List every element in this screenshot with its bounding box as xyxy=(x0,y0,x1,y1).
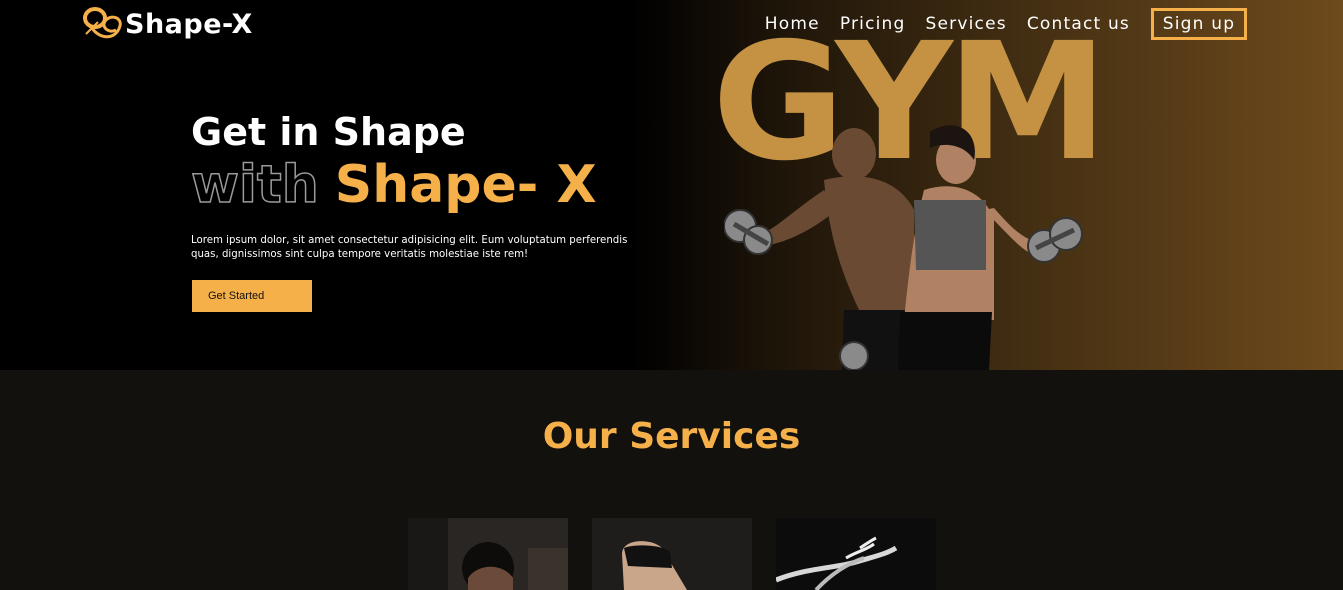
signup-button[interactable]: Sign up xyxy=(1151,8,1247,40)
headline-outline-word: with xyxy=(190,154,319,216)
hero-section: Shape-X Home Pricing Services Contact us… xyxy=(0,0,1343,370)
service-card-dance[interactable] xyxy=(776,518,936,590)
dancer-photo xyxy=(776,518,936,590)
woman-workout-photo xyxy=(408,518,568,590)
brand-logo[interactable]: Shape-X xyxy=(82,4,253,44)
hero-headline: Get in Shape xyxy=(191,110,466,154)
yoga-stretch-photo xyxy=(592,518,752,590)
hero-description: Lorem ipsum dolor, sit amet consectetur … xyxy=(191,235,628,260)
services-section: Our Services xyxy=(0,370,1343,590)
services-title: Our Services xyxy=(542,416,801,457)
couple-with-dumbbells-photo xyxy=(724,125,1083,370)
headline-accent-word: Shape- X xyxy=(334,155,597,215)
get-started-button[interactable]: Get Started xyxy=(192,280,312,312)
hero-subheadline: with Shape- X xyxy=(190,154,597,216)
dumbbell-swirl-logo-icon xyxy=(83,7,122,39)
brand-name: Shape-X xyxy=(125,8,253,40)
service-card-workout[interactable] xyxy=(408,518,568,590)
service-card-yoga[interactable] xyxy=(592,518,752,590)
